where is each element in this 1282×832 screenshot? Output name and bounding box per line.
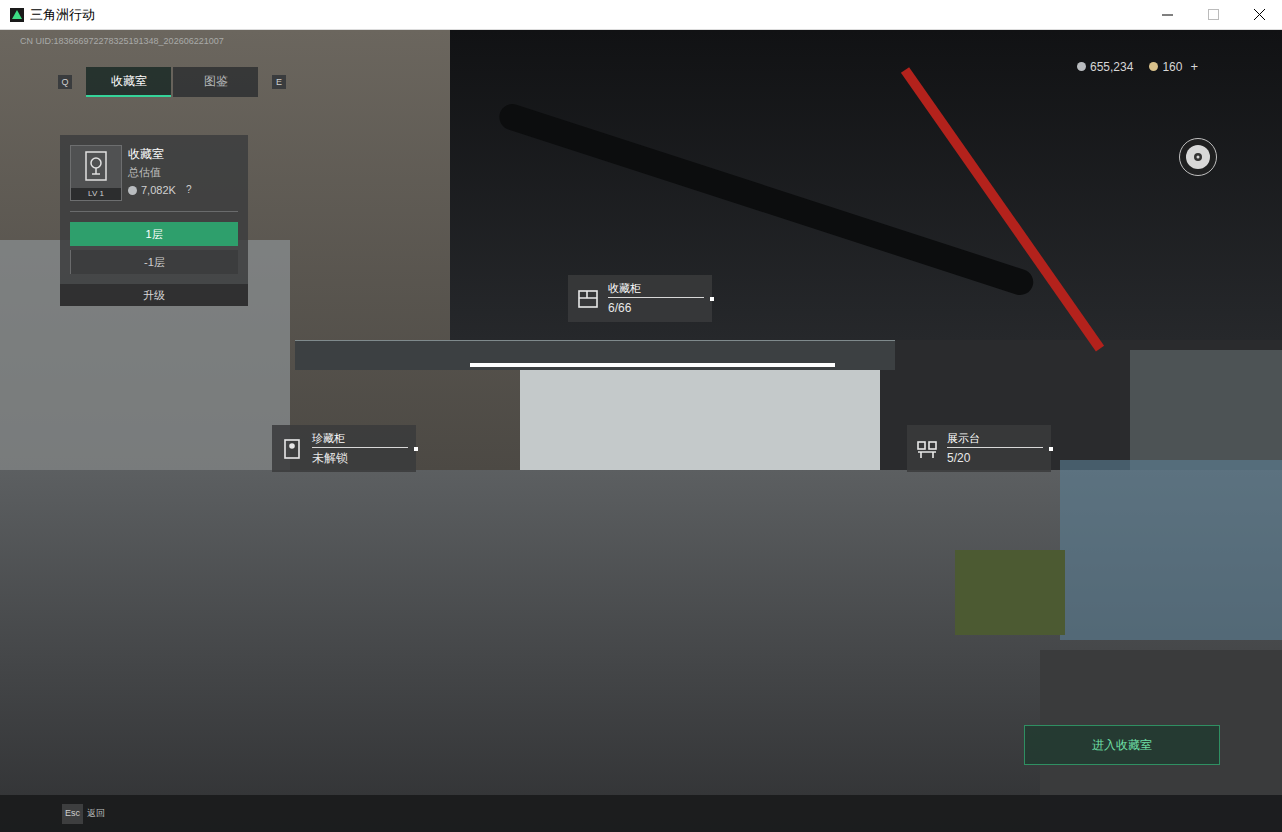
game-view: CN UID:183666972278325191348_20260622100…: [0, 30, 1282, 832]
scene-crates: [1060, 460, 1282, 640]
scene-green-case: [955, 550, 1065, 635]
game-logo-icon: [10, 8, 24, 22]
footer-bar: Esc 返回: [0, 795, 1282, 832]
marker-dot: [1049, 447, 1053, 451]
room-badge: LV 1: [70, 145, 122, 201]
maximize-button[interactable]: [1190, 0, 1236, 29]
marker-status: 未解锁: [312, 448, 348, 468]
disc-icon: [1184, 143, 1212, 171]
coin-icon: [1077, 62, 1086, 71]
trophy-icon: [81, 150, 111, 184]
room-level: LV 1: [71, 188, 121, 200]
enter-room-button[interactable]: 进入收藏室: [1024, 725, 1220, 765]
tab[interactable]: 图鉴: [173, 67, 258, 97]
display-stand-icon: [916, 438, 938, 460]
area-marker[interactable]: 收藏柜6/66: [568, 275, 712, 322]
minimize-icon: [1162, 9, 1173, 20]
title-bar: 三角洲行动: [0, 0, 1282, 30]
cabinet-icon: [281, 438, 303, 460]
marker-dot: [414, 447, 418, 451]
tab-bar: Q 收藏室图鉴 E: [58, 67, 286, 97]
marker-name: 珍藏柜: [312, 429, 408, 448]
maximize-icon: [1208, 9, 1219, 20]
marker-name: 收藏柜: [608, 279, 704, 298]
panel-subtitle: 总估值: [128, 163, 191, 181]
music-disc-button[interactable]: [1179, 138, 1217, 176]
coin-icon: [1149, 62, 1158, 71]
collection-panel: LV 1收藏室总估值7,082K?1层-1层升级: [60, 135, 248, 306]
add-currency-button[interactable]: +: [1190, 57, 1198, 77]
back-label: 返回: [87, 807, 105, 821]
total-value: 7,082K: [141, 181, 176, 199]
esc-key: Esc: [62, 804, 83, 824]
currency: 655,234: [1077, 58, 1133, 76]
uid-label: CN UID:183666972278325191348_20260622100…: [20, 35, 224, 49]
scene-light-strip: [470, 363, 835, 367]
window-title: 三角洲行动: [30, 5, 95, 25]
upgrade-button[interactable]: 升级: [60, 284, 248, 306]
minimize-button[interactable]: [1144, 0, 1190, 29]
currency: 160+: [1149, 57, 1198, 77]
close-icon: [1254, 9, 1265, 20]
help-button[interactable]: ?: [186, 181, 192, 199]
floor-list: 1层-1层: [60, 212, 248, 284]
area-marker[interactable]: 珍藏柜未解锁: [272, 425, 416, 472]
cabinet-icon: [577, 288, 599, 310]
back-button[interactable]: Esc 返回: [62, 804, 105, 824]
marker-status: 6/66: [608, 298, 631, 318]
currency-bar: 655,234 160+: [1077, 57, 1198, 77]
floor-button[interactable]: 1层: [70, 222, 238, 246]
area-marker[interactable]: 展示台5/20: [907, 425, 1051, 472]
marker-dot: [710, 297, 714, 301]
marker-status: 5/20: [947, 448, 970, 468]
tab[interactable]: 收藏室: [86, 67, 171, 97]
floor-button[interactable]: -1层: [70, 250, 238, 274]
coin-icon: [128, 186, 137, 195]
tab-next-key[interactable]: E: [272, 75, 286, 89]
app-window: 三角洲行动 CN UID:183666972278325191348_202606…: [0, 0, 1282, 832]
close-button[interactable]: [1236, 0, 1282, 29]
panel-title: 收藏室: [128, 145, 191, 163]
tab-prev-key[interactable]: Q: [58, 75, 72, 89]
marker-name: 展示台: [947, 429, 1043, 448]
scene-back-wall: [520, 370, 880, 480]
